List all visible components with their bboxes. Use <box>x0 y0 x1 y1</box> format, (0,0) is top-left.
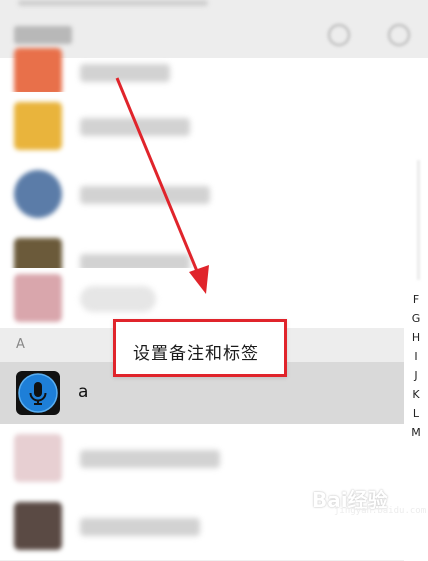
watermark-url: jingyan.baidu.com <box>334 506 427 516</box>
avatar <box>16 371 60 415</box>
avatar <box>14 102 62 150</box>
list-item[interactable] <box>0 160 404 229</box>
avatar <box>14 502 62 550</box>
contact-name-blurred <box>80 118 190 136</box>
status-bar-blurred <box>18 0 208 6</box>
top-bar <box>0 0 428 58</box>
context-menu: 设置备注和标签 <box>113 319 287 377</box>
alphabet-index[interactable]: F G H I J K L M <box>404 150 428 440</box>
list-item[interactable] <box>0 48 404 96</box>
set-remark-and-tag-item[interactable]: 设置备注和标签 <box>133 339 259 364</box>
contact-name-blurred <box>80 450 220 468</box>
index-letter-h[interactable]: H <box>409 331 423 344</box>
search-icon[interactable] <box>328 24 350 46</box>
index-letter-l[interactable]: L <box>409 407 423 420</box>
contact-name-blurred <box>80 518 200 536</box>
list-item[interactable] <box>0 92 404 161</box>
contact-name-blurred <box>80 64 170 82</box>
microphone-icon <box>18 373 58 413</box>
avatar <box>14 48 62 96</box>
page-title-blurred <box>14 26 72 44</box>
contact-name-blurred <box>80 186 210 204</box>
avatar <box>14 274 62 322</box>
index-letter-j[interactable]: J <box>409 369 423 382</box>
index-letter-f[interactable]: F <box>409 293 423 306</box>
contact-name: a <box>78 382 89 402</box>
index-letter-k[interactable]: K <box>409 388 423 401</box>
index-blurred <box>417 160 420 280</box>
avatar <box>14 170 62 218</box>
index-letter-m[interactable]: M <box>409 426 423 439</box>
contact-name-blurred <box>80 286 156 312</box>
index-letter-g[interactable]: G <box>409 312 423 325</box>
index-letter-i[interactable]: I <box>409 350 423 363</box>
avatar <box>14 434 62 482</box>
baidu-jingyan-watermark: Bai经验 jingyan.baidu.com <box>300 478 426 518</box>
section-letter: A <box>16 337 25 352</box>
add-icon[interactable] <box>388 24 410 46</box>
